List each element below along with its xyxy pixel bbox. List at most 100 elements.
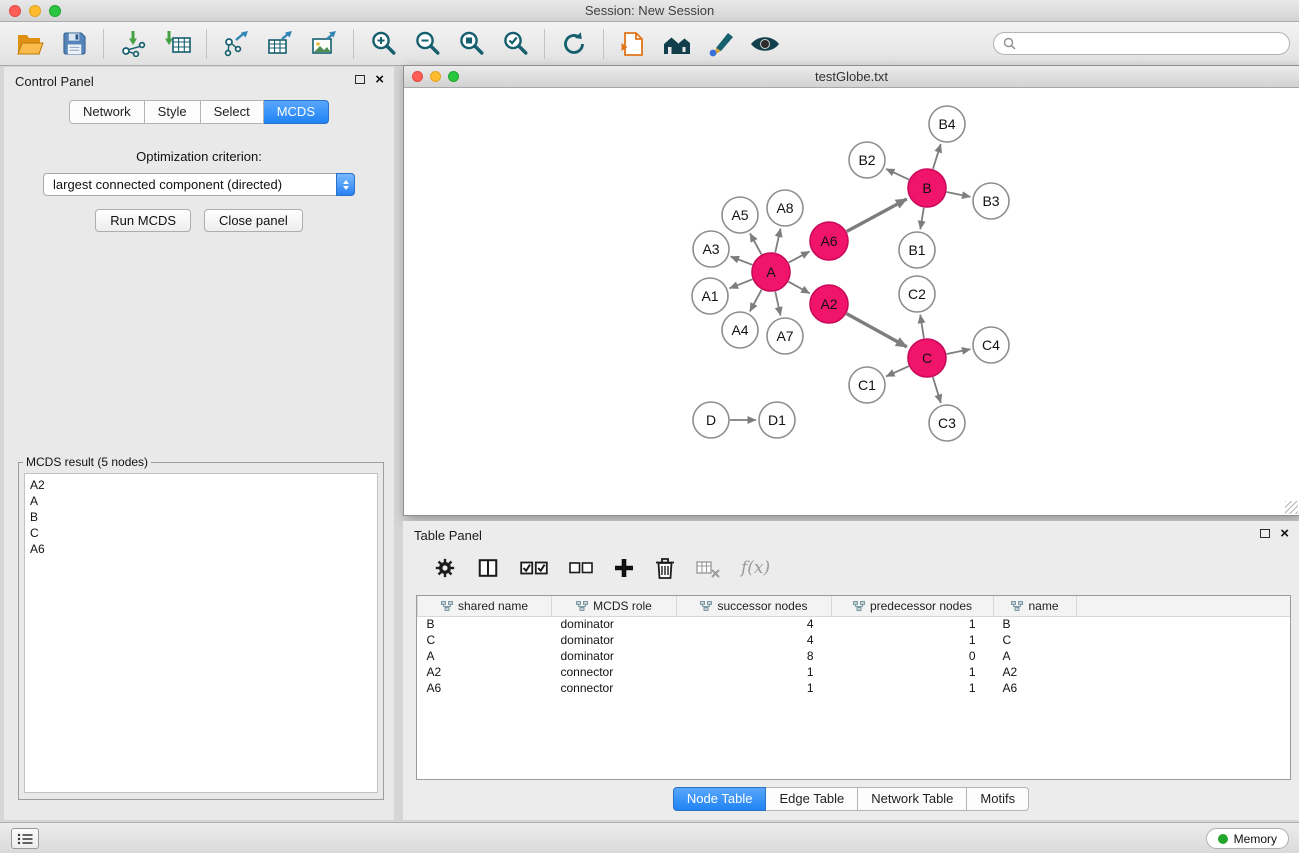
table-cell[interactable]: 1	[832, 632, 994, 648]
table-cell[interactable]: C	[418, 632, 552, 648]
graph-node-D1[interactable]: D1	[759, 402, 795, 438]
mcds-result-item[interactable]: B	[30, 509, 372, 525]
graph-edge-B-B3[interactable]	[947, 192, 971, 197]
export-image-button[interactable]	[302, 26, 346, 62]
table-row-A2[interactable]: A2connector11A2	[418, 664, 1291, 680]
graph-node-A5[interactable]: A5	[722, 197, 758, 233]
graph-edge-A-A7[interactable]	[775, 292, 780, 316]
graph-edge-A6-B[interactable]	[847, 199, 907, 232]
graph-node-D[interactable]: D	[693, 402, 729, 438]
network-window-titlebar[interactable]: testGlobe.txt	[404, 66, 1299, 88]
import-table-button[interactable]	[155, 26, 199, 62]
table-row-A6[interactable]: A6connector11A6	[418, 680, 1291, 696]
graph-edge-B-B2[interactable]	[886, 169, 909, 180]
delete-table-button[interactable]	[696, 558, 720, 578]
graph-node-B2[interactable]: B2	[849, 142, 885, 178]
open-file-button[interactable]	[8, 26, 52, 62]
table-cell[interactable]: B	[418, 616, 552, 632]
graph-edge-B-B4[interactable]	[933, 144, 941, 169]
table-cell[interactable]: A	[994, 648, 1077, 664]
column-header-name[interactable]: name	[994, 596, 1077, 616]
task-history-button[interactable]	[11, 828, 39, 849]
search-field[interactable]	[993, 32, 1290, 55]
graph-node-A[interactable]: A	[752, 253, 790, 291]
graph-node-C2[interactable]: C2	[899, 276, 935, 312]
column-header-predecessor-nodes[interactable]: predecessor nodes	[832, 596, 994, 616]
run-mcds-button[interactable]: Run MCDS	[95, 209, 191, 232]
graph-edge-C-C3[interactable]	[933, 377, 941, 403]
tab-mcds[interactable]: MCDS	[264, 100, 329, 124]
tab-motifs[interactable]: Motifs	[967, 787, 1029, 811]
table-cell[interactable]: connector	[552, 680, 677, 696]
column-header-shared-name[interactable]: shared name	[418, 596, 552, 616]
graph-node-A4[interactable]: A4	[722, 312, 758, 348]
graph-node-C1[interactable]: C1	[849, 367, 885, 403]
table-cell[interactable]: 0	[832, 648, 994, 664]
zoom-out-button[interactable]	[405, 26, 449, 62]
column-header-successor-nodes[interactable]: successor nodes	[677, 596, 832, 616]
graph-node-B1[interactable]: B1	[899, 232, 935, 268]
table-cell[interactable]: 4	[677, 616, 832, 632]
minimize-window-button[interactable]	[29, 5, 41, 17]
zoom-fit-button[interactable]	[449, 26, 493, 62]
titlebar[interactable]: Session: New Session	[0, 0, 1299, 22]
network-zoom-button[interactable]	[448, 71, 459, 82]
graph-edge-C-C2[interactable]	[920, 315, 924, 338]
column-header-mcds-role[interactable]: MCDS role	[552, 596, 677, 616]
function-builder-button[interactable]: f(x)	[741, 558, 770, 578]
graph-node-A1[interactable]: A1	[692, 278, 728, 314]
network-canvas[interactable]: B4B2BB3A5A8A6B1A3AC2A1A2A4A7CC4C1C3DD1	[404, 88, 1299, 514]
float-panel-icon[interactable]	[355, 75, 365, 84]
table-cell[interactable]: 1	[677, 664, 832, 680]
show-columns-button[interactable]	[477, 557, 499, 579]
table-cell[interactable]: A	[418, 648, 552, 664]
export-table-button[interactable]	[258, 26, 302, 62]
graph-edge-C-C1[interactable]	[886, 366, 909, 376]
table-row-A[interactable]: Adominator80A	[418, 648, 1291, 664]
memory-button[interactable]: Memory	[1206, 828, 1289, 849]
create-column-button[interactable]	[614, 558, 634, 578]
table-cell[interactable]: A6	[994, 680, 1077, 696]
tab-select[interactable]: Select	[201, 100, 264, 124]
zoom-selected-button[interactable]	[493, 26, 537, 62]
graph-edge-A-A1[interactable]	[730, 279, 753, 288]
table-cell[interactable]: A2	[418, 664, 552, 680]
table-cell[interactable]: 1	[832, 664, 994, 680]
graph-edge-C-C4[interactable]	[947, 349, 971, 354]
table-cell[interactable]: C	[994, 632, 1077, 648]
table-cell[interactable]: 1	[832, 616, 994, 632]
show-graphics-details-button[interactable]	[743, 26, 787, 62]
graph-node-A6[interactable]: A6	[810, 222, 848, 260]
graph-node-C4[interactable]: C4	[973, 327, 1009, 363]
table-settings-button[interactable]	[434, 557, 456, 579]
mcds-result-item[interactable]: C	[30, 525, 372, 541]
network-close-button[interactable]	[412, 71, 423, 82]
mcds-result-item[interactable]: A6	[30, 541, 372, 557]
close-window-button[interactable]	[9, 5, 21, 17]
table-cell[interactable]: dominator	[552, 632, 677, 648]
graph-edge-A-A3[interactable]	[731, 257, 753, 265]
graph-edge-B-B1[interactable]	[920, 208, 923, 230]
zoom-window-button[interactable]	[49, 5, 61, 17]
graph-node-B4[interactable]: B4	[929, 106, 965, 142]
graph-edge-A-A4[interactable]	[750, 290, 762, 312]
home-button[interactable]	[655, 26, 699, 62]
graph-edge-A-A6[interactable]	[789, 251, 810, 262]
style-brush-button[interactable]	[699, 26, 743, 62]
graph-node-A8[interactable]: A8	[767, 190, 803, 226]
tab-network-table[interactable]: Network Table	[858, 787, 967, 811]
deselect-all-columns-button[interactable]	[569, 560, 593, 576]
mcds-result-item[interactable]: A2	[30, 477, 372, 493]
tab-edge-table[interactable]: Edge Table	[766, 787, 858, 811]
float-panel-icon[interactable]	[1260, 529, 1270, 538]
table-cell[interactable]: 8	[677, 648, 832, 664]
close-panel-icon[interactable]: ×	[375, 74, 384, 85]
open-recent-button[interactable]	[611, 26, 655, 62]
graph-node-B[interactable]: B	[908, 169, 946, 207]
graph-edge-A-A2[interactable]	[789, 282, 810, 294]
save-session-button[interactable]	[52, 26, 96, 62]
graph-edge-A2-C[interactable]	[847, 314, 907, 347]
tab-network[interactable]: Network	[69, 100, 145, 124]
graph-edge-A-A5[interactable]	[750, 233, 761, 254]
table-cell[interactable]: connector	[552, 664, 677, 680]
